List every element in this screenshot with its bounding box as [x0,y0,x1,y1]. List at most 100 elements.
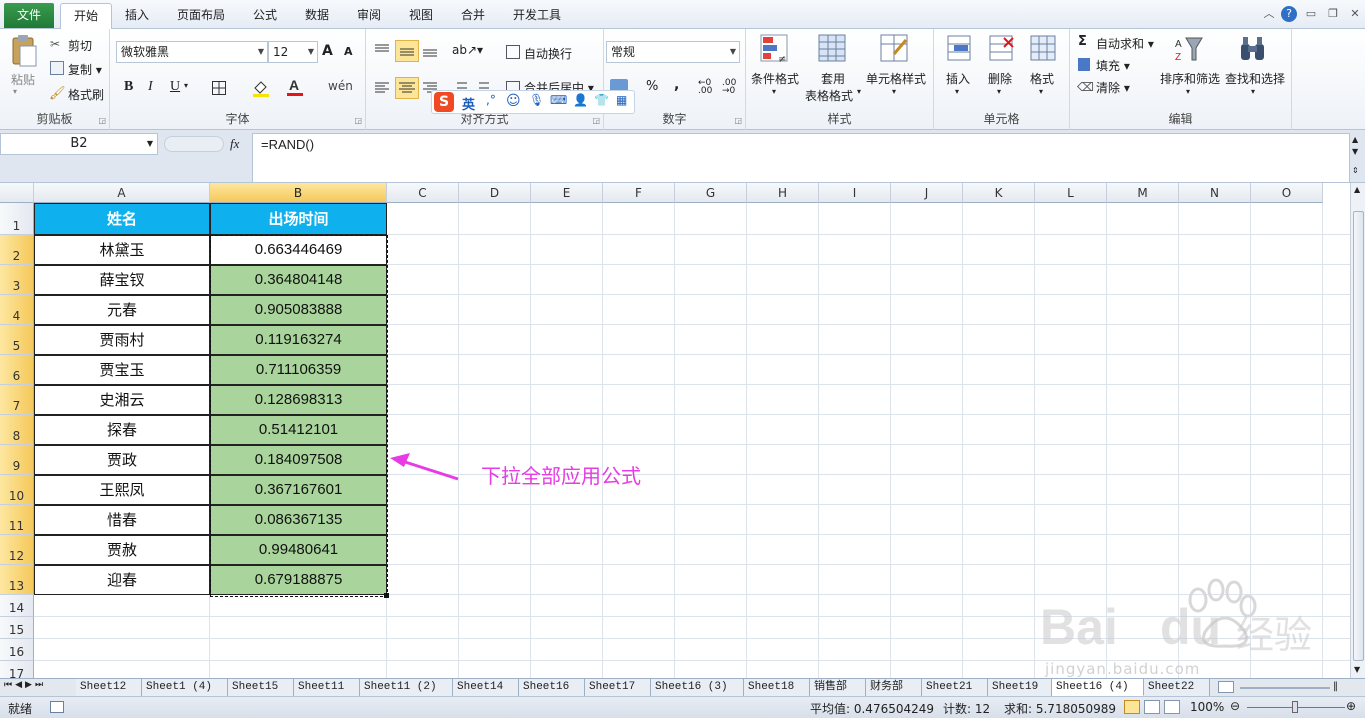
user-icon[interactable]: 👤 [573,93,588,107]
formula-scroll-up-icon[interactable]: ▲ [1352,135,1358,144]
sogou-logo-icon[interactable]: S [434,92,454,112]
scroll-up-icon[interactable]: ▲ [1354,185,1360,194]
row-header-7[interactable]: 7 [0,385,34,415]
name-box[interactable]: B2 ▼ [0,133,158,155]
value-cell[interactable]: 0.367167601 [210,475,387,505]
value-cell[interactable]: 0.905083888 [210,295,387,325]
column-header-d[interactable]: D [459,183,531,203]
fill-button[interactable]: 填充 ▾ [1096,57,1130,74]
name-cell[interactable]: 迎春 [34,565,210,595]
tab-insert[interactable]: 插入 [114,3,160,29]
ime-lang-toggle[interactable]: 英 [462,94,475,113]
column-header-f[interactable]: F [603,183,675,203]
format-as-table-label-1[interactable]: 套用 [821,70,845,87]
conditional-formatting-icon[interactable]: ≠ [760,34,790,65]
value-cell[interactable]: 0.184097508 [210,445,387,475]
emoji-icon[interactable]: ☺ [506,93,521,109]
header-cell-time[interactable]: 出场时间 [210,203,387,235]
sheet-tab[interactable]: Sheet18 [744,679,810,696]
ime-toolbar[interactable]: S 英 ,° ☺ 🎙 ⌨ 👤 👕 ▦ [431,90,635,114]
underline-button[interactable]: U [170,79,180,95]
number-format-select[interactable]: 常规 ▼ [606,41,740,63]
find-select-button[interactable]: 查找和选择 [1225,70,1285,87]
comma-button[interactable]: , [674,77,679,93]
tab-view[interactable]: 视图 [400,3,442,29]
sheet-tab[interactable]: Sheet11 (2) [360,679,453,696]
find-select-dropdown-icon[interactable]: ▾ [1251,87,1255,96]
name-cell[interactable]: 贾宝玉 [34,355,210,385]
row-header-15[interactable]: 15 [0,617,34,639]
number-launcher-icon[interactable]: ◲ [734,116,742,125]
paste-icon[interactable] [10,34,38,68]
formula-input[interactable]: =RAND() [252,133,1350,183]
orientation-icon[interactable]: ab↗▾ [452,43,483,57]
keyboard-icon[interactable]: ⌨ [550,93,567,107]
macro-record-icon[interactable] [50,701,64,713]
format-as-table-label-2[interactable]: 表格格式 [805,87,853,104]
sheet-tab[interactable]: Sheet21 [922,679,988,696]
insert-function-button[interactable]: fx [230,136,239,152]
sheet-tab[interactable]: Sheet17 [585,679,651,696]
minimize-icon[interactable]: ▭ [1302,6,1320,22]
name-cell[interactable]: 贾雨村 [34,325,210,355]
name-cell[interactable]: 惜春 [34,505,210,535]
sheet-tab[interactable]: 财务部 [866,679,922,696]
increase-decimal-icon[interactable]: ←0.00 [698,79,712,96]
row-header-13[interactable]: 13 [0,565,34,595]
autosum-button[interactable]: 自动求和 ▾ [1096,35,1154,52]
alignment-launcher-icon[interactable]: ◲ [592,116,600,125]
align-bottom-icon[interactable] [422,43,438,57]
tab-home[interactable]: 开始 [60,3,112,30]
sort-filter-icon[interactable]: AZ [1174,34,1204,64]
punctuation-icon[interactable]: ,° [486,93,496,107]
format-cells-button[interactable]: 格式 [1030,70,1054,87]
column-header-h[interactable]: H [747,183,819,203]
sheet-tab[interactable]: Sheet14 [453,679,519,696]
tab-formulas[interactable]: 公式 [244,3,286,29]
paste-label[interactable]: 粘贴 [11,71,35,88]
name-cell[interactable]: 贾赦 [34,535,210,565]
zoom-slider-thumb[interactable] [1292,701,1298,713]
font-launcher-icon[interactable]: ◲ [354,116,362,125]
sheet-tab[interactable]: 销售部 [810,679,866,696]
file-tab[interactable]: 文件 [4,3,54,28]
name-cell[interactable]: 元春 [34,295,210,325]
row-header-6[interactable]: 6 [0,355,34,385]
name-cell[interactable]: 林黛玉 [34,235,210,265]
format-as-table-dropdown-icon[interactable]: ▾ [857,87,861,96]
vertical-scrollbar[interactable]: ▲ ▼ [1350,183,1365,678]
row-header-5[interactable]: 5 [0,325,34,355]
row-header-11[interactable]: 11 [0,505,34,535]
clipboard-launcher-icon[interactable]: ◲ [98,116,106,125]
column-header-j[interactable]: J [891,183,963,203]
format-cells-dropdown-icon[interactable]: ▾ [1039,87,1043,96]
tab-review[interactable]: 审阅 [348,3,390,29]
sheet-tab[interactable]: Sheet15 [228,679,294,696]
insert-cells-button[interactable]: 插入 [946,70,970,87]
restore-icon[interactable]: ❐ [1324,6,1342,22]
fill-color-icon[interactable] [252,79,270,97]
insert-sheet-icon[interactable] [1218,681,1234,693]
cut-button[interactable]: 剪切 [68,37,92,54]
value-cell[interactable]: 0.679188875 [210,565,387,595]
font-color-icon[interactable]: A [286,77,304,97]
name-cell[interactable]: 王熙凤 [34,475,210,505]
copy-button[interactable]: 复制 ▾ [68,61,102,78]
conditional-formatting-dropdown-icon[interactable]: ▾ [772,87,776,96]
page-break-view-icon[interactable] [1164,700,1180,714]
sheet-tab[interactable]: Sheet22 [1144,679,1210,696]
grow-font-button[interactable]: A [322,43,333,59]
delete-cells-dropdown-icon[interactable]: ▾ [997,87,1001,96]
sheet-tab[interactable]: Sheet16 (3) [651,679,744,696]
zoom-out-icon[interactable]: ⊖ [1230,699,1240,713]
insert-cells-icon[interactable] [944,34,974,64]
cell-styles-dropdown-icon[interactable]: ▾ [892,87,896,96]
zoom-in-icon[interactable]: ⊕ [1346,699,1356,713]
horizontal-scrollbar[interactable] [1240,687,1330,689]
row-header-3[interactable]: 3 [0,265,34,295]
paste-dropdown-icon[interactable]: ▾ [13,87,17,96]
delete-cells-button[interactable]: 删除 [988,70,1012,87]
formula-scroll-down-icon[interactable]: ▼ [1352,147,1358,156]
font-size-select[interactable]: 12 ▼ [268,41,318,63]
align-middle-icon[interactable] [395,40,419,62]
